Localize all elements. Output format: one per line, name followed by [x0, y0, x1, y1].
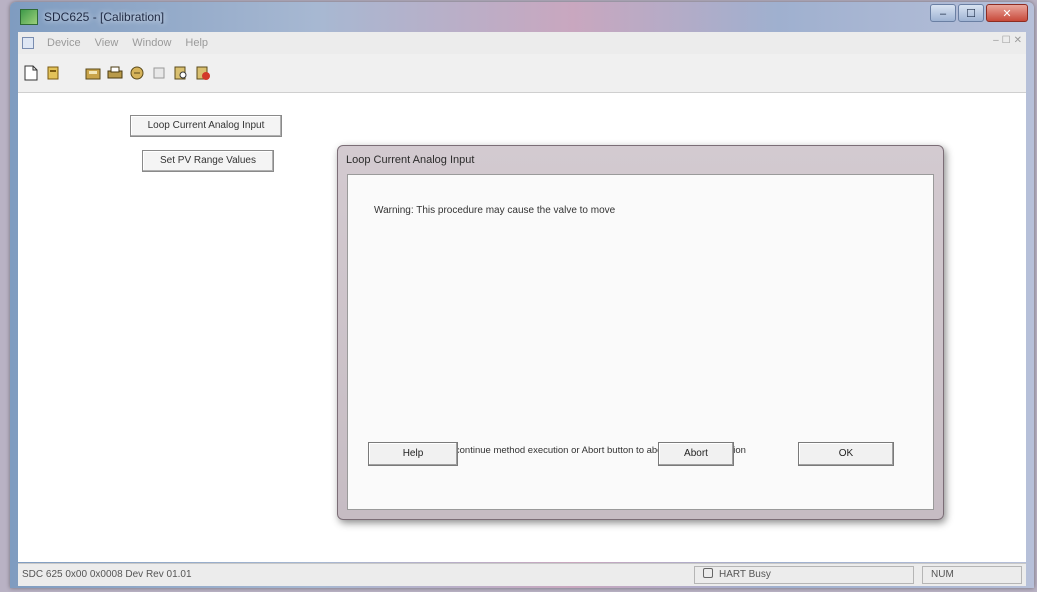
- connection-status: HART Busy: [694, 566, 914, 584]
- abort-button[interactable]: Abort: [658, 442, 734, 466]
- maximize-button[interactable]: ☐: [958, 4, 984, 22]
- mdi-close-button[interactable]: ✕: [1014, 35, 1022, 46]
- loop-current-analog-input-button[interactable]: Loop Current Analog Input: [130, 115, 282, 137]
- copy-icon[interactable]: [128, 64, 146, 82]
- application-window: SDC625 - [Calibration] – ☐ ✕ Device View…: [10, 2, 1034, 588]
- connection-label: HART Busy: [719, 569, 771, 580]
- mode-indicator: NUM: [922, 566, 1022, 584]
- device-info: SDC 625 0x00 0x0008 Dev Rev 01.01: [22, 569, 192, 580]
- find-icon[interactable]: [172, 64, 190, 82]
- mode-label: NUM: [931, 569, 954, 580]
- ok-button[interactable]: OK: [798, 442, 894, 466]
- document-icon[interactable]: [22, 37, 34, 49]
- status-bar: SDC 625 0x00 0x0008 Dev Rev 01.01 HART B…: [18, 563, 1026, 586]
- help-icon[interactable]: [194, 64, 212, 82]
- paste-icon[interactable]: [150, 64, 168, 82]
- title-bar[interactable]: SDC625 - [Calibration] – ☐ ✕: [10, 2, 1034, 32]
- warning-message: Warning: This procedure may cause the va…: [374, 205, 616, 216]
- app-icon: [20, 9, 38, 25]
- close-button[interactable]: ✕: [986, 4, 1028, 22]
- print-icon[interactable]: [106, 64, 124, 82]
- loop-current-dialog: Loop Current Analog Input Warning: This …: [337, 145, 944, 520]
- hart-icon: [703, 568, 713, 578]
- set-pv-range-values-button[interactable]: Set PV Range Values: [142, 150, 274, 172]
- menu-view[interactable]: View: [88, 37, 126, 49]
- new-icon[interactable]: [22, 64, 40, 82]
- dialog-title: Loop Current Analog Input: [346, 154, 475, 166]
- menu-bar: Device View Window Help – ☐ ✕: [18, 32, 1026, 55]
- mdi-controls: – ☐ ✕: [993, 35, 1022, 46]
- menu-help[interactable]: Help: [178, 37, 215, 49]
- method-panel: Loop Current Analog Input Set PV Range V…: [18, 93, 1026, 562]
- window-title: SDC625 - [Calibration]: [44, 10, 165, 24]
- mdi-restore-button[interactable]: ☐: [1002, 35, 1011, 46]
- mdi-minimize-button[interactable]: –: [993, 35, 999, 46]
- menu-window[interactable]: Window: [125, 37, 178, 49]
- toolbar: [18, 54, 1026, 93]
- help-button[interactable]: Help: [368, 442, 458, 466]
- open-icon[interactable]: [44, 64, 62, 82]
- minimize-button[interactable]: –: [930, 4, 956, 22]
- window-controls: – ☐ ✕: [930, 4, 1028, 22]
- save-icon[interactable]: [84, 64, 102, 82]
- menu-device[interactable]: Device: [40, 37, 88, 49]
